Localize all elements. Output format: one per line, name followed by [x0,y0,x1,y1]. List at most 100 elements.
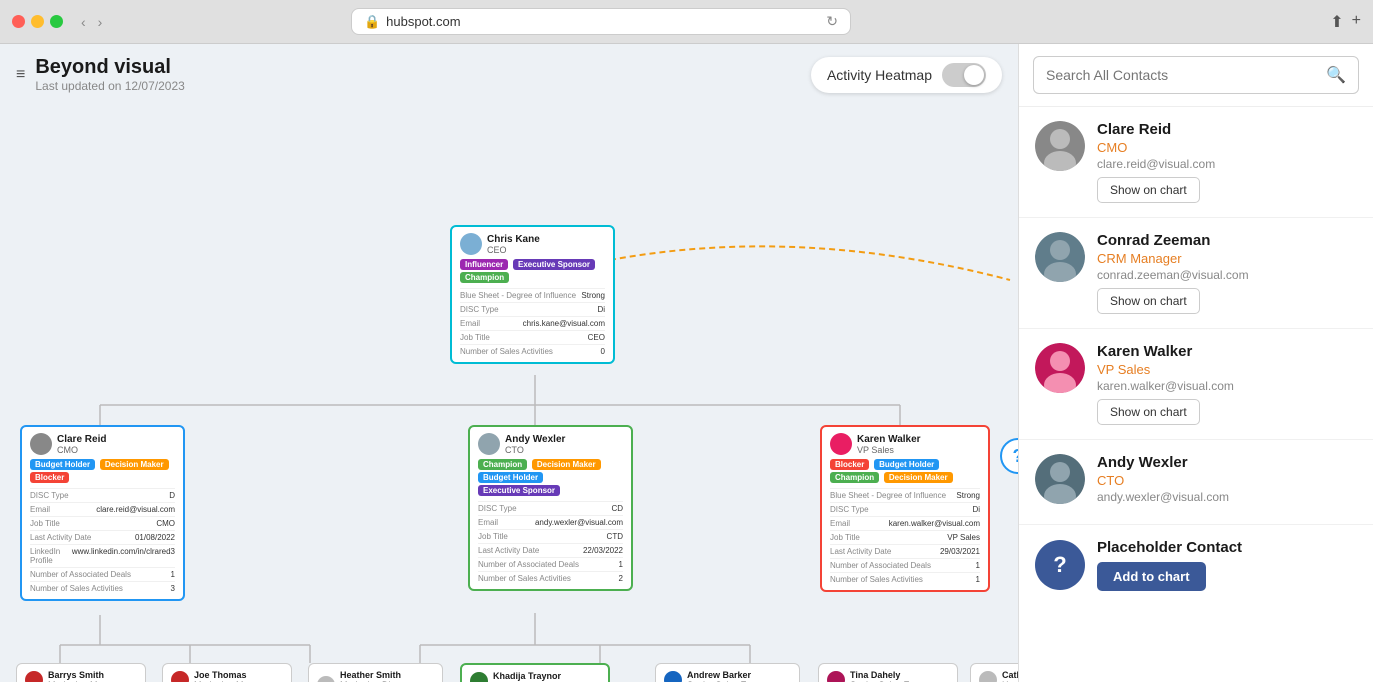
contact-info-clare: Clare Reid CMO clare.reid@visual.com Sho… [1097,121,1357,203]
forward-button[interactable]: › [94,12,107,32]
org-card-partial[interactable]: Cath Hea Email Job Title [970,663,1018,682]
contact-avatar-karen [1035,343,1085,393]
badge-es2: Executive Sponsor [478,485,560,496]
avatar-heather [317,676,335,682]
maximize-button[interactable] [50,15,63,28]
app-subtitle: Last updated on 12/07/2023 [35,79,184,93]
avatar-clare [30,433,52,455]
badge-champ2: Champion [478,459,527,470]
badge-bh3: Budget Holder [874,459,939,470]
minimize-button[interactable] [31,15,44,28]
org-card-karen[interactable]: Karen Walker VP Sales Blocker Budget Hol… [820,425,990,592]
refresh-icon[interactable]: ↻ [826,13,838,30]
contact-avatar-andy [1035,454,1085,504]
badge-blk3: Blocker [830,459,869,470]
browser-action-icons: ⬆ + [1330,12,1361,32]
badge-ch3: Champion [830,472,879,483]
badge-champion: Champion [460,272,509,283]
contact-item-clare: Clare Reid CMO clare.reid@visual.com Sho… [1019,107,1373,218]
org-card-khadija[interactable]: Khadija Traynor Head of Engineering Infl… [460,663,610,682]
org-card-heather[interactable]: Heather Smith Marketing Director EMEA Ch… [308,663,443,682]
org-card-barrys[interactable]: Barrys Smith Marketing Manager Champion … [16,663,146,682]
placeholder-avatar: ? [1035,540,1085,590]
joe-name: Joe Thomas [194,670,272,680]
chart-panel: ≡ Beyond visual Last updated on 12/07/20… [0,44,1018,682]
partial-name: Cath [1002,670,1018,680]
url-text: hubspot.com [386,14,460,29]
badge-exec-sponsor: Executive Sponsor [513,259,595,270]
contact-email-karen: karen.walker@visual.com [1097,379,1357,393]
avatar-andrew [664,671,682,682]
badge-influencer: Influencer [460,259,508,270]
badge-bh2: Budget Holder [478,472,543,483]
share-icon[interactable]: ⬆ [1330,12,1343,32]
search-icon[interactable]: 🔍 [1326,65,1346,85]
khadija-name: Khadija Traynor [493,671,575,681]
barrys-name: Barrys Smith [48,670,126,680]
nav-arrows: ‹ › [77,12,106,32]
search-box[interactable]: 🔍 [1033,56,1359,94]
traffic-lights [12,15,63,28]
org-card-andrew[interactable]: Andrew Barker Senior Sales Exec Influenc… [655,663,800,682]
andy-role-chart: CTO [505,445,565,455]
add-to-chart-button[interactable]: Add to chart [1097,562,1206,591]
contact-info-conrad: Conrad Zeeman CRM Manager conrad.zeeman@… [1097,232,1357,314]
unknown-contact-card[interactable]: ? [1000,438,1018,474]
heatmap-label: Activity Heatmap [827,67,932,83]
new-tab-icon[interactable]: + [1352,12,1361,32]
andrew-name: Andrew Barker [687,670,761,680]
contact-item-andy: Andy Wexler CTO andy.wexler@visual.com [1019,440,1373,525]
org-card-tina[interactable]: Tina Dahely Senior Sales Exec Emailtina@… [818,663,958,682]
right-sidebar: 🔍 Clare Reid CMO clare.reid@visual.com [1018,44,1373,682]
heatmap-toggle[interactable]: Activity Heatmap [811,57,1002,93]
contact-email-clare: clare.reid@visual.com [1097,157,1357,171]
contact-item-karen: Karen Walker VP Sales karen.walker@visua… [1019,329,1373,440]
placeholder-contact: ? Placeholder Contact Add to chart [1019,525,1373,605]
toggle-switch[interactable] [942,63,986,87]
chart-header: ≡ Beyond visual Last updated on 12/07/20… [0,44,1018,105]
back-button[interactable]: ‹ [77,12,90,32]
heather-name: Heather Smith [340,670,434,680]
contact-avatar-clare [1035,121,1085,171]
hamburger-icon[interactable]: ≡ [16,66,25,84]
badge-dm3: Decision Maker [884,472,953,483]
contact-item-conrad: Conrad Zeeman CRM Manager conrad.zeeman@… [1019,218,1373,329]
contact-name-conrad: Conrad Zeeman [1097,232,1357,249]
close-button[interactable] [12,15,25,28]
karen-role-chart: VP Sales [857,445,921,455]
contact-name-andy: Andy Wexler [1097,454,1357,471]
org-card-chris[interactable]: Chris Kane CEO Influencer Executive Spon… [450,225,615,364]
app-title: Beyond visual [35,56,184,79]
search-input[interactable] [1046,67,1318,83]
contact-title-clare: CMO [1097,140,1357,155]
clare-name-chart: Clare Reid [57,434,106,445]
main-container: ≡ Beyond visual Last updated on 12/07/20… [0,44,1373,682]
show-on-chart-karen[interactable]: Show on chart [1097,399,1200,425]
placeholder-info: Placeholder Contact Add to chart [1097,539,1357,591]
avatar-chris [460,233,482,255]
org-card-joe[interactable]: Joe Thomas Marketing Manager Emailjoe@vi… [162,663,292,682]
contact-name-clare: Clare Reid [1097,121,1357,138]
contact-avatar-conrad [1035,232,1085,282]
badge-dm2: Decision Maker [532,459,601,470]
contact-title-andy: CTO [1097,473,1357,488]
org-card-andy[interactable]: Andy Wexler CTO Champion Decision Maker … [468,425,633,591]
address-bar[interactable]: 🔒 hubspot.com ↻ [351,8,851,35]
contact-name-karen: Karen Walker [1097,343,1357,360]
badge-budget: Budget Holder [30,459,95,470]
show-on-chart-conrad[interactable]: Show on chart [1097,288,1200,314]
org-card-clare[interactable]: Clare Reid CMO Budget Holder Decision Ma… [20,425,185,601]
toggle-knob [964,65,984,85]
app-title-group: Beyond visual Last updated on 12/07/2023 [35,56,184,93]
show-on-chart-clare[interactable]: Show on chart [1097,177,1200,203]
chris-role: CEO [487,245,540,255]
chart-canvas[interactable]: Chris Kane CEO Influencer Executive Spon… [0,105,1018,682]
placeholder-name: Placeholder Contact [1097,539,1357,556]
browser-chrome: ‹ › 🔒 hubspot.com ↻ ⬆ + [0,0,1373,44]
search-container: 🔍 [1019,44,1373,107]
avatar-khadija [470,672,488,682]
avatar-partial [979,671,997,682]
avatar-joe [171,671,189,682]
andy-name-chart: Andy Wexler [505,434,565,445]
clare-role-chart: CMO [57,445,106,455]
